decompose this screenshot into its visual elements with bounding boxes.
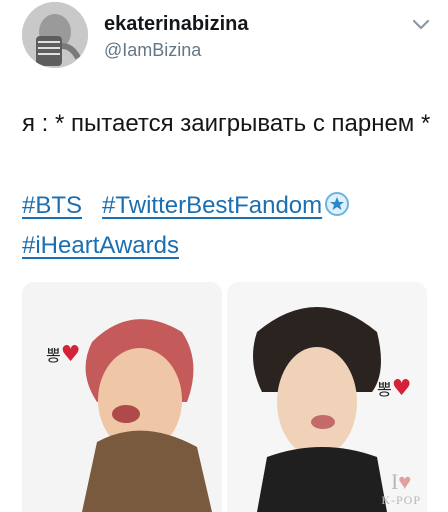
photo-left[interactable]: 뽕♥ — [22, 282, 222, 512]
tweet-text: я : * пытается заигрывать с парнем * — [22, 110, 431, 137]
user-handle[interactable]: @IamBizina — [104, 38, 249, 62]
photo-right[interactable]: 뽕♥ I♥ K-POP — [227, 282, 427, 512]
hashtag-list: #BTS #TwitterBestFandom #iHeartAwards — [22, 186, 432, 266]
award-star-icon — [324, 190, 350, 216]
hashtag-link[interactable]: #iHeartAwards — [22, 232, 179, 259]
heart-icon: ♥ — [60, 342, 81, 367]
display-name[interactable]: ekaterinabizina — [104, 12, 249, 36]
heart-icon: ♥ — [391, 376, 412, 401]
watermark: I♥ K-POP — [381, 469, 421, 508]
hashtag-link[interactable]: #TwitterBestFandom — [102, 192, 322, 219]
tweet-header: ekaterinabizina @IamBizina — [22, 2, 432, 72]
hashtag-link[interactable]: #BTS — [22, 192, 82, 219]
avatar[interactable] — [22, 2, 88, 68]
media-grid[interactable]: 뽕♥ 뽕♥ I♥ K-POP — [22, 282, 432, 512]
chevron-down-icon[interactable] — [410, 14, 432, 36]
sticker-left: 뽕♥ — [46, 342, 81, 367]
sticker-right: 뽕♥ — [377, 376, 412, 401]
